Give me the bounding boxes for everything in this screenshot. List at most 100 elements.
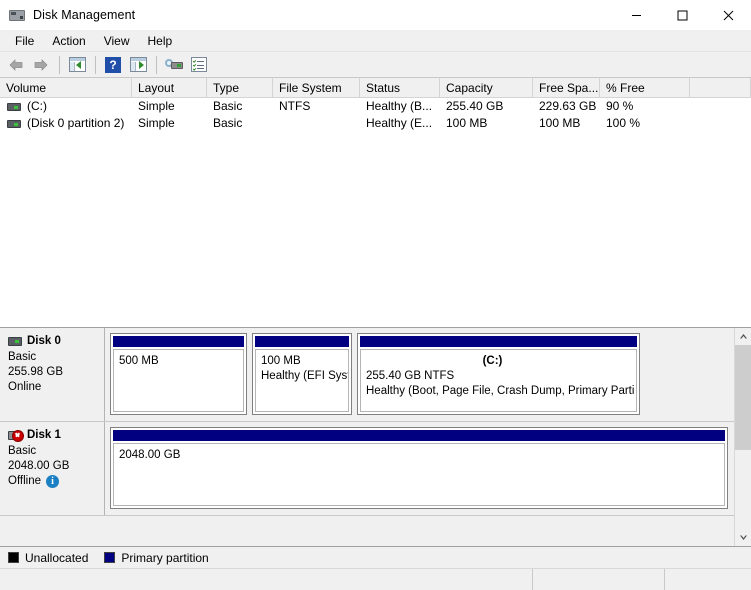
scrollbar-track[interactable] <box>735 345 751 529</box>
cell-type: Basic <box>213 99 243 113</box>
scroll-up-button[interactable] <box>735 328 751 345</box>
table-row[interactable]: (Disk 0 partition 2) Simple Basic Health… <box>0 115 751 132</box>
menu-help[interactable]: Help <box>139 31 182 51</box>
column-header-type[interactable]: Type <box>207 78 273 97</box>
menu-bar: File Action View Help <box>0 30 751 52</box>
toolbar-separator-3 <box>156 55 157 74</box>
disk-management-window: Disk Management File Action View Help ? … <box>0 0 751 590</box>
column-header-capacity[interactable]: Capacity <box>440 78 533 97</box>
disk-size-1: 2048.00 GB <box>8 460 70 472</box>
partition-color-band <box>113 430 725 441</box>
show-hide-action-pane-button[interactable] <box>126 54 150 76</box>
legend-label-unallocated: Unallocated <box>25 550 89 565</box>
forward-button[interactable] <box>29 54 53 76</box>
scrollbar-thumb[interactable] <box>735 345 751 450</box>
cell-capacity: 100 MB <box>446 116 488 130</box>
menu-action[interactable]: Action <box>43 31 94 51</box>
column-header-extra[interactable] <box>690 78 751 97</box>
rescan-disks-icon <box>165 58 183 72</box>
back-icon <box>9 58 23 71</box>
legend-label-primary-partition: Primary partition <box>121 550 209 565</box>
minimize-button[interactable] <box>613 0 659 30</box>
close-button[interactable] <box>705 0 751 30</box>
disk-info-0[interactable]: Disk 0 Basic 255.98 GB Online <box>0 328 105 421</box>
partition-size: 100 MB <box>261 355 301 367</box>
show-hide-console-tree-icon <box>68 57 86 72</box>
rescan-disks-button[interactable] <box>162 54 186 76</box>
legend: Unallocated Primary partition <box>0 546 751 568</box>
table-row[interactable]: (C:) Simple Basic NTFS Healthy (B... 255… <box>0 98 751 115</box>
scroll-down-button[interactable] <box>735 529 751 546</box>
disk-info-1[interactable]: Disk 1 Basic 2048.00 GB Offline i <box>0 422 105 515</box>
graphical-view-scrollbar[interactable] <box>734 328 751 546</box>
partition-details: (C:) 255.40 GB NTFS Healthy (Boot, Page … <box>360 349 637 412</box>
column-header-status[interactable]: Status <box>360 78 440 97</box>
partition-box[interactable]: (C:) 255.40 GB NTFS Healthy (Boot, Page … <box>357 333 640 415</box>
partition-details: 100 MB Healthy (EFI Syst… <box>255 349 349 412</box>
disk-status-line-1: Offline i <box>8 474 98 489</box>
cell-status: Healthy (B... <box>366 99 433 113</box>
status-cell-3 <box>665 569 751 590</box>
partition-size: 500 MB <box>119 355 159 367</box>
window-controls <box>613 0 751 30</box>
disk-status-line-0: Online <box>8 380 98 395</box>
disk-status-1: Offline <box>8 475 42 487</box>
partition-color-band <box>255 336 349 347</box>
toolbar: ? <box>0 52 751 78</box>
volume-list-pane: Volume Layout Type File System Status Ca… <box>0 78 751 328</box>
disk-type-0: Basic <box>8 351 37 363</box>
legend-swatch-primary-partition <box>104 552 116 563</box>
column-header-percent-free[interactable]: % Free <box>600 78 690 97</box>
disk-name-0: Disk 0 <box>27 335 61 347</box>
help-icon: ? <box>105 56 121 73</box>
window-title: Disk Management <box>33 8 136 22</box>
disk-row-1[interactable]: Disk 1 Basic 2048.00 GB Offline i 2048.0… <box>0 422 734 516</box>
volume-icon <box>7 119 21 128</box>
properties-button[interactable] <box>187 54 211 76</box>
disk-row-0[interactable]: Disk 0 Basic 255.98 GB Online 500 MB 100… <box>0 328 734 422</box>
menu-file[interactable]: File <box>6 31 43 51</box>
partition-box[interactable]: 2048.00 GB <box>110 427 728 509</box>
toolbar-separator-2 <box>95 55 96 74</box>
maximize-button[interactable] <box>659 0 705 30</box>
cell-type: Basic <box>213 116 243 130</box>
disk-offline-icon <box>8 430 24 442</box>
cell-free-space: 229.63 GB <box>539 99 597 113</box>
column-header-layout[interactable]: Layout <box>132 78 207 97</box>
disk-title-0: Disk 0 <box>8 334 98 349</box>
partition-color-band <box>113 336 244 347</box>
cell-free-space: 100 MB <box>539 116 581 130</box>
partition-box[interactable]: 100 MB Healthy (EFI Syst… <box>252 333 352 415</box>
volume-icon <box>7 102 21 111</box>
graphical-view-pane: Disk 0 Basic 255.98 GB Online 500 MB 100… <box>0 328 751 546</box>
partition-details: 500 MB <box>113 349 244 412</box>
back-button[interactable] <box>4 54 28 76</box>
disk-partitions-1: 2048.00 GB <box>105 422 734 515</box>
disk-management-icon <box>9 7 25 23</box>
disk-icon <box>8 337 22 346</box>
partition-size: 255.40 GB NTFS <box>366 370 455 382</box>
help-button[interactable]: ? <box>101 54 125 76</box>
partition-status: Healthy (EFI Syst… <box>261 370 348 382</box>
cell-layout: Simple <box>138 99 175 113</box>
partition-name: (C:) <box>482 355 503 367</box>
disk-type-1: Basic <box>8 445 37 457</box>
title-bar: Disk Management <box>0 0 751 30</box>
partition-box[interactable]: 500 MB <box>110 333 247 415</box>
show-hide-console-tree-button[interactable] <box>65 54 89 76</box>
menu-view[interactable]: View <box>95 31 139 51</box>
info-icon[interactable]: i <box>46 475 60 488</box>
column-header-free-space[interactable]: Free Spa... <box>533 78 600 97</box>
partition-size: 2048.00 GB <box>119 449 181 461</box>
column-header-volume[interactable]: Volume <box>0 78 132 97</box>
column-header-file-system[interactable]: File System <box>273 78 360 97</box>
cell-file-system: NTFS <box>279 99 311 113</box>
partition-details: 2048.00 GB <box>113 443 725 506</box>
partition-status: Healthy (Boot, Page File, Crash Dump, Pr… <box>366 385 635 397</box>
volume-list-body: (C:) Simple Basic NTFS Healthy (B... 255… <box>0 98 751 327</box>
cell-volume: (C:) <box>27 99 47 113</box>
cell-status: Healthy (E... <box>366 116 433 130</box>
legend-item-unallocated: Unallocated <box>8 551 88 565</box>
legend-swatch-unallocated <box>8 552 19 563</box>
cell-capacity: 255.40 GB <box>446 99 504 113</box>
